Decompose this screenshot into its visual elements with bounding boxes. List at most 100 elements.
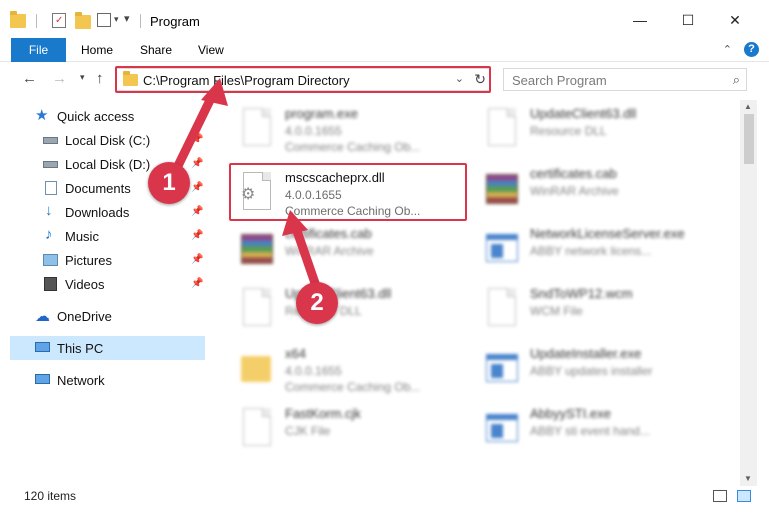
drive-icon bbox=[43, 132, 59, 148]
search-icon[interactable]: ⌕ bbox=[733, 72, 740, 88]
app-window-icon bbox=[480, 346, 524, 394]
pin-icon[interactable]: 📌 bbox=[191, 182, 203, 193]
up-arrow-icon[interactable]: ↑ bbox=[96, 70, 104, 87]
pin-icon[interactable]: 📌 bbox=[191, 206, 203, 217]
file-item[interactable]: AbbyySTI.exe ABBY sti event hand... bbox=[480, 400, 730, 460]
pin-icon[interactable]: 📌 bbox=[191, 230, 203, 241]
file-name: x64 bbox=[285, 346, 306, 361]
properties-icon[interactable]: ✓ bbox=[52, 13, 66, 28]
file-description: CJK File bbox=[285, 424, 331, 438]
folder-icon bbox=[235, 346, 279, 394]
folder-icon bbox=[10, 11, 26, 28]
file-item[interactable]: NetworkLicenseServer.exe ABBY network li… bbox=[480, 220, 730, 280]
file-description: ABBY sti event hand... bbox=[530, 424, 650, 438]
pin-icon[interactable]: 📌 bbox=[191, 134, 203, 145]
file-description: WinRAR Archive bbox=[285, 244, 374, 258]
navigation-pane: ★ Quick access Local Disk (C:) 📌 Local D… bbox=[0, 100, 205, 484]
sidebar-item-label: Quick access bbox=[57, 108, 135, 124]
scroll-up-icon[interactable]: ▲ bbox=[744, 102, 752, 111]
cloud-icon: ☁ bbox=[35, 308, 50, 325]
sidebar-item-onedrive[interactable]: ☁ OneDrive bbox=[35, 304, 112, 328]
file-item[interactable]: FastKorm.cjk CJK File bbox=[235, 400, 485, 460]
downloads-icon: ↓ bbox=[45, 202, 53, 219]
sidebar-item-local-disk-c[interactable]: Local Disk (C:) bbox=[43, 128, 150, 152]
scroll-down-icon[interactable]: ▼ bbox=[744, 474, 752, 483]
tab-file[interactable]: File bbox=[11, 38, 66, 62]
view-options-icon[interactable] bbox=[97, 13, 111, 27]
file-description: WCM File bbox=[530, 304, 583, 318]
scroll-thumb[interactable] bbox=[744, 114, 754, 164]
status-bar: 120 items bbox=[0, 486, 769, 508]
app-window-icon bbox=[480, 406, 524, 454]
file-description: Commerce Caching Ob... bbox=[285, 380, 421, 394]
file-description: ABBY network licens... bbox=[530, 244, 652, 258]
separator bbox=[140, 14, 141, 28]
file-name: certificates.cab bbox=[530, 166, 617, 181]
file-item[interactable]: x64 4.0.0.1655 Commerce Caching Ob... bbox=[235, 340, 485, 400]
sidebar-item-label: Local Disk (D:) bbox=[65, 156, 151, 172]
sidebar-item-label: Videos bbox=[65, 276, 105, 292]
winrar-icon bbox=[480, 166, 524, 214]
file-item[interactable]: certificates.cab WinRAR Archive bbox=[235, 220, 485, 280]
customize-qa-icon[interactable]: ▾ bbox=[124, 12, 130, 25]
sidebar-item-pictures[interactable]: Pictures bbox=[43, 248, 112, 272]
forward-arrow-icon[interactable]: → bbox=[52, 70, 67, 87]
file-name: SndToWP12.wcm bbox=[530, 286, 633, 301]
sidebar-item-label: Network bbox=[57, 372, 105, 388]
step-2-badge: 2 bbox=[296, 282, 338, 324]
back-arrow-icon[interactable]: ← bbox=[22, 70, 37, 87]
sidebar-item-network[interactable]: Network bbox=[35, 368, 105, 392]
file-version: 4.0.0.1655 bbox=[285, 364, 342, 378]
dropdown-arrow-icon[interactable]: ▾ bbox=[114, 14, 119, 25]
file-version: 4.0.0.1655 bbox=[285, 124, 342, 138]
file-item[interactable]: UpdateClient63.dll Resource DLL bbox=[235, 280, 485, 340]
sidebar-item-label: Music bbox=[65, 228, 99, 244]
file-name: certificates.cab bbox=[285, 226, 372, 241]
help-icon[interactable]: ? bbox=[744, 42, 759, 57]
sidebar-item-downloads[interactable]: ↓ Downloads bbox=[43, 200, 129, 224]
sidebar-item-videos[interactable]: Videos bbox=[43, 272, 105, 296]
pin-icon[interactable]: 📌 bbox=[191, 278, 203, 289]
maximize-button[interactable]: ☐ bbox=[673, 8, 703, 32]
sidebar-item-local-disk-d[interactable]: Local Disk (D:) bbox=[43, 152, 150, 176]
step-1-badge: 1 bbox=[148, 162, 190, 204]
file-item[interactable]: certificates.cab WinRAR Archive bbox=[480, 160, 730, 220]
file-name: FastKorm.cjk bbox=[285, 406, 361, 421]
collapse-ribbon-icon[interactable]: ⌃ bbox=[723, 43, 732, 56]
file-description: WinRAR Archive bbox=[530, 184, 619, 198]
file-item[interactable]: program.exe 4.0.0.1655 Commerce Caching … bbox=[235, 100, 485, 160]
file-item[interactable]: UpdateClient63.dll Resource DLL bbox=[480, 100, 730, 160]
file-description: Resource DLL bbox=[530, 124, 607, 138]
computer-icon bbox=[35, 340, 51, 356]
search-input[interactable]: Search Program ⌕ bbox=[503, 68, 747, 91]
file-name: AbbyySTI.exe bbox=[530, 406, 611, 421]
close-button[interactable]: ✕ bbox=[720, 8, 750, 32]
sidebar-item-documents[interactable]: Documents bbox=[43, 176, 131, 200]
file-icon bbox=[235, 406, 279, 454]
sidebar-item-label: This PC bbox=[57, 340, 104, 356]
tab-share[interactable]: Share bbox=[140, 38, 172, 62]
sidebar-item-this-pc[interactable]: This PC bbox=[35, 336, 103, 360]
pin-icon[interactable]: 📌 bbox=[191, 254, 203, 265]
winrar-icon bbox=[235, 226, 279, 274]
file-description: ABBY updates installer bbox=[530, 364, 653, 378]
new-folder-icon[interactable] bbox=[75, 12, 91, 29]
sidebar-item-music[interactable]: ♪ Music bbox=[43, 224, 99, 248]
minimize-button[interactable]: — bbox=[625, 8, 655, 32]
pin-icon[interactable]: 📌 bbox=[191, 158, 203, 169]
tab-view[interactable]: View bbox=[198, 38, 224, 62]
file-list: program.exe 4.0.0.1655 Commerce Caching … bbox=[205, 100, 740, 484]
file-item[interactable]: SndToWP12.wcm WCM File bbox=[480, 280, 730, 340]
title-bar: ✓ ▾ ▾ Program — ☐ ✕ bbox=[0, 0, 769, 38]
tab-home[interactable]: Home bbox=[81, 38, 113, 62]
sidebar-item-quick-access[interactable]: ★ Quick access bbox=[35, 104, 134, 128]
ribbon-tabs: File Home Share View ⌃ ? bbox=[0, 38, 769, 62]
details-view-icon[interactable] bbox=[713, 490, 727, 502]
recent-locations-icon[interactable]: ▾ bbox=[80, 72, 85, 83]
file-item[interactable]: UpdateInstaller.exe ABBY updates install… bbox=[480, 340, 730, 400]
large-icons-view-icon[interactable] bbox=[737, 490, 751, 502]
file-icon bbox=[480, 286, 524, 334]
app-window-icon bbox=[480, 226, 524, 274]
sidebar-item-label: Pictures bbox=[65, 252, 112, 268]
file-highlight-box bbox=[229, 163, 467, 221]
